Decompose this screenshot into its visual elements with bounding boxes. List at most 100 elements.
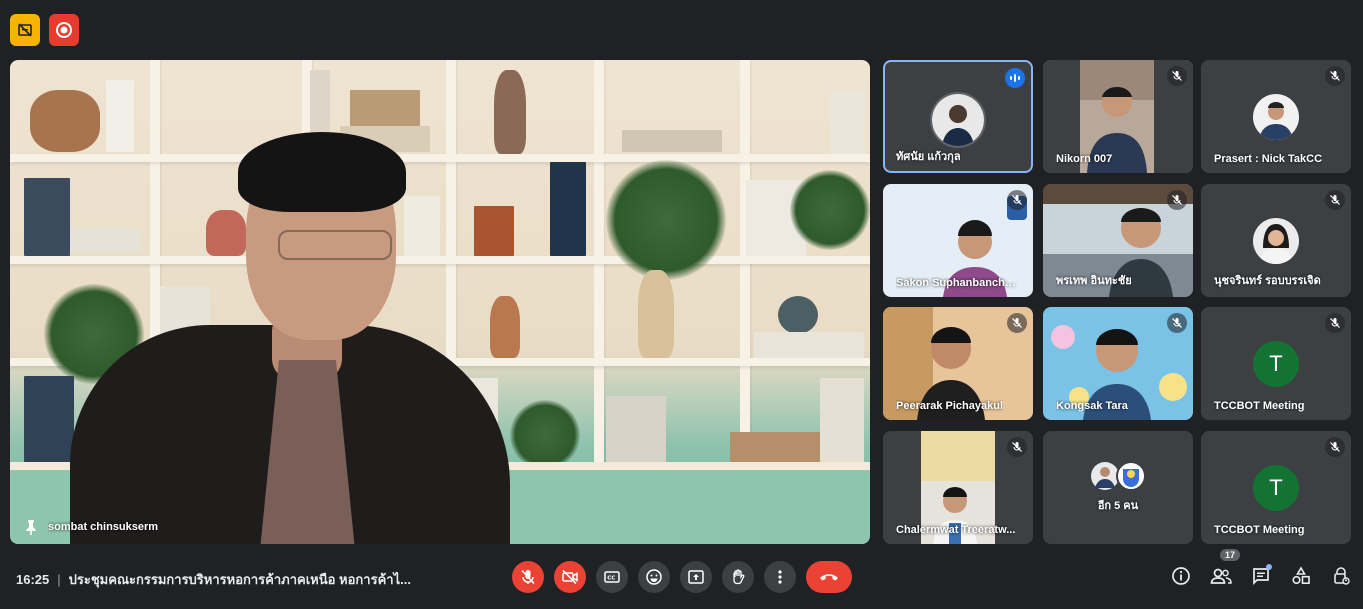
mic-off-icon — [1330, 442, 1340, 452]
avatar — [1253, 218, 1299, 264]
mic-off-icon — [1172, 195, 1182, 205]
avatar-letter: T — [1253, 465, 1299, 511]
mic-off-indicator — [1167, 313, 1187, 333]
mic-off-indicator — [1167, 66, 1187, 86]
participant-tile[interactable]: ทัศนัย แก้วกุล — [883, 60, 1033, 173]
speaking-indicator — [1005, 68, 1025, 88]
mic-off-indicator — [1325, 313, 1345, 333]
mic-off-indicator — [1007, 313, 1027, 333]
activities-button[interactable] — [1288, 563, 1314, 589]
bowl-decor — [778, 296, 818, 334]
participant-tile[interactable]: T TCCBOT Meeting — [1201, 431, 1351, 544]
participant-name: Prasert : Nick TakCC — [1214, 153, 1323, 165]
captions-off-button[interactable] — [10, 14, 40, 46]
participant-tile[interactable]: Kongsak Tara — [1043, 307, 1193, 420]
shapes-icon — [1292, 566, 1310, 585]
plant-decor — [510, 400, 580, 470]
mic-off-indicator — [1325, 190, 1345, 210]
raise-hand-button[interactable] — [722, 561, 754, 593]
mic-off-indicator — [1007, 190, 1027, 210]
chat-button[interactable] — [1248, 563, 1274, 589]
participant-tile[interactable]: Peerarak Pichayakul — [883, 307, 1033, 420]
people-icon — [1210, 568, 1232, 584]
main-video-tile[interactable]: sombat chinsukserm — [10, 60, 870, 544]
meeting-time: 16:25 — [16, 572, 50, 587]
participant-tile[interactable]: นุชจรินทร์ รอบบรรเจิด — [1201, 184, 1351, 297]
call-controls: CC — [512, 561, 852, 593]
captions-button[interactable]: CC — [596, 561, 628, 593]
participant-tile[interactable]: พรเทพ อินทะชัย — [1043, 184, 1193, 297]
avatar — [930, 92, 986, 148]
books — [606, 396, 666, 462]
participant-name: Chalermwat Treeratw... — [896, 524, 1016, 536]
mic-off-indicator — [1007, 437, 1027, 457]
basket-decor — [30, 90, 100, 152]
book — [830, 90, 864, 154]
present-icon — [688, 570, 704, 584]
participant-tile[interactable]: Sakon Suphanbancho... — [883, 184, 1033, 297]
participant-tile[interactable]: T TCCBOT Meeting — [1201, 307, 1351, 420]
books — [550, 162, 586, 256]
avatar-letter: T — [1253, 341, 1299, 387]
audio-wave-icon — [1010, 74, 1020, 82]
books — [24, 376, 74, 462]
books-stack — [622, 130, 722, 152]
books — [24, 178, 70, 256]
picture-frame — [474, 206, 514, 256]
recording-button[interactable] — [49, 14, 79, 46]
stacked-avatars-icon — [1091, 461, 1146, 491]
participant-name: ทัศนัย แก้วกุล — [896, 151, 961, 163]
plant-decor — [790, 170, 870, 250]
shelf-divider — [740, 60, 750, 470]
participant-tile[interactable]: Prasert : Nick TakCC — [1201, 60, 1351, 173]
leave-call-button[interactable] — [806, 561, 852, 593]
mic-toggle-button[interactable] — [512, 561, 544, 593]
participants-count-badge: 17 — [1220, 549, 1241, 561]
reactions-button[interactable] — [638, 561, 670, 593]
camera-toggle-button[interactable] — [554, 561, 586, 593]
pin-icon[interactable] — [24, 519, 38, 535]
participant-tile[interactable]: Chalermwat Treeratw... — [883, 431, 1033, 544]
participant-tile[interactable]: Nikorn 007 — [1043, 60, 1193, 173]
mic-off-indicator — [1167, 190, 1187, 210]
participant-name: Nikorn 007 — [1056, 153, 1113, 165]
participant-name: TCCBOT Meeting — [1214, 400, 1305, 412]
mic-off-icon — [1012, 318, 1022, 328]
mic-off-icon — [1330, 318, 1340, 328]
books — [820, 378, 864, 462]
hang-up-icon — [820, 574, 838, 581]
person-photo-icon — [1253, 94, 1299, 140]
books-stack — [754, 332, 864, 358]
vase-decor — [638, 270, 674, 358]
lamp-decor — [206, 210, 246, 256]
panel-controls — [1168, 563, 1354, 589]
participant-name: Kongsak Tara — [1056, 400, 1128, 412]
hand-icon — [733, 569, 745, 585]
plant-decor — [606, 160, 726, 280]
more-options-button[interactable] — [764, 561, 796, 593]
bottom-bar: 16:25 | ประชุมคณะกรรมการบริหารหอการค้าภาคเ… — [0, 549, 1363, 601]
participant-grid: ทัศนัย แก้วกุล Nikorn 007 Prasert : Nick… — [883, 60, 1351, 544]
svg-text:CC: CC — [607, 576, 615, 582]
more-participants-tile[interactable]: อีก 5 คน — [1043, 431, 1193, 544]
vase-decor — [494, 70, 526, 154]
mic-off-icon — [1330, 71, 1340, 81]
top-indicators — [10, 14, 79, 46]
shelf — [10, 154, 870, 162]
present-screen-button[interactable] — [680, 561, 712, 593]
mic-off-icon — [1330, 195, 1340, 205]
lock-person-icon — [1334, 567, 1350, 585]
speaker-hair — [238, 132, 406, 212]
participant-name: Sakon Suphanbancho... — [896, 277, 1020, 289]
meeting-details-button[interactable] — [1168, 563, 1194, 589]
people-button[interactable] — [1208, 563, 1234, 589]
mic-off-indicator — [1325, 437, 1345, 457]
mic-off-icon — [521, 569, 535, 585]
participant-name: TCCBOT Meeting — [1214, 524, 1305, 536]
record-icon — [56, 22, 72, 38]
closed-captions-icon: CC — [604, 571, 620, 583]
mic-off-icon — [1172, 318, 1182, 328]
person-photo-icon — [932, 94, 984, 146]
host-controls-button[interactable] — [1328, 563, 1354, 589]
book — [106, 80, 134, 152]
